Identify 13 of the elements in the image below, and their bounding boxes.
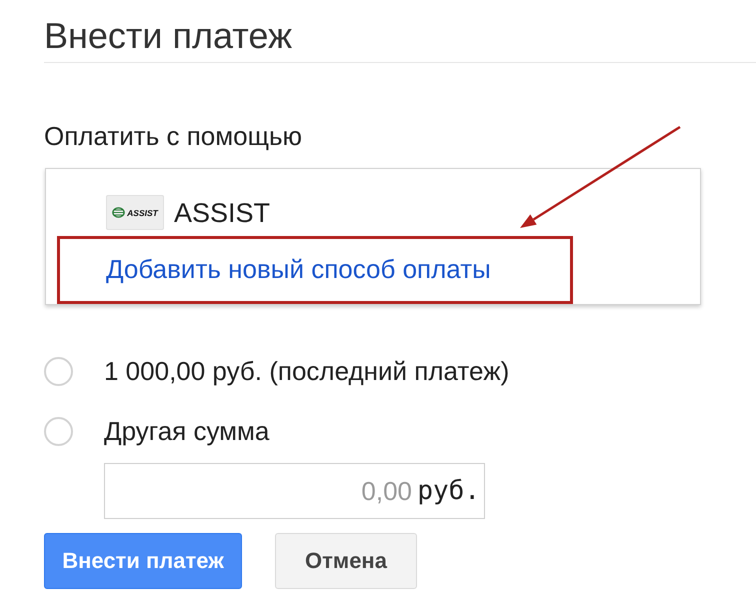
add-payment-method-link[interactable]: Добавить новый способ оплаты: [106, 254, 491, 284]
submit-payment-button[interactable]: Внести платеж: [44, 533, 242, 589]
page-title: Внести платеж: [44, 16, 292, 56]
logo-text: ASSIST: [127, 208, 158, 218]
globe-icon: [112, 207, 126, 218]
radio-label: 1 000,00 руб. (последний платеж): [104, 356, 510, 386]
payment-method-name: ASSIST: [174, 196, 270, 228]
currency-unit: руб.: [417, 476, 480, 506]
section-label: Оплатить с помощью: [44, 121, 302, 151]
radio-label: Другая сумма: [104, 416, 270, 446]
radio-button[interactable]: [44, 416, 73, 446]
cancel-button[interactable]: Отмена: [275, 533, 417, 589]
radio-button[interactable]: [44, 356, 73, 386]
